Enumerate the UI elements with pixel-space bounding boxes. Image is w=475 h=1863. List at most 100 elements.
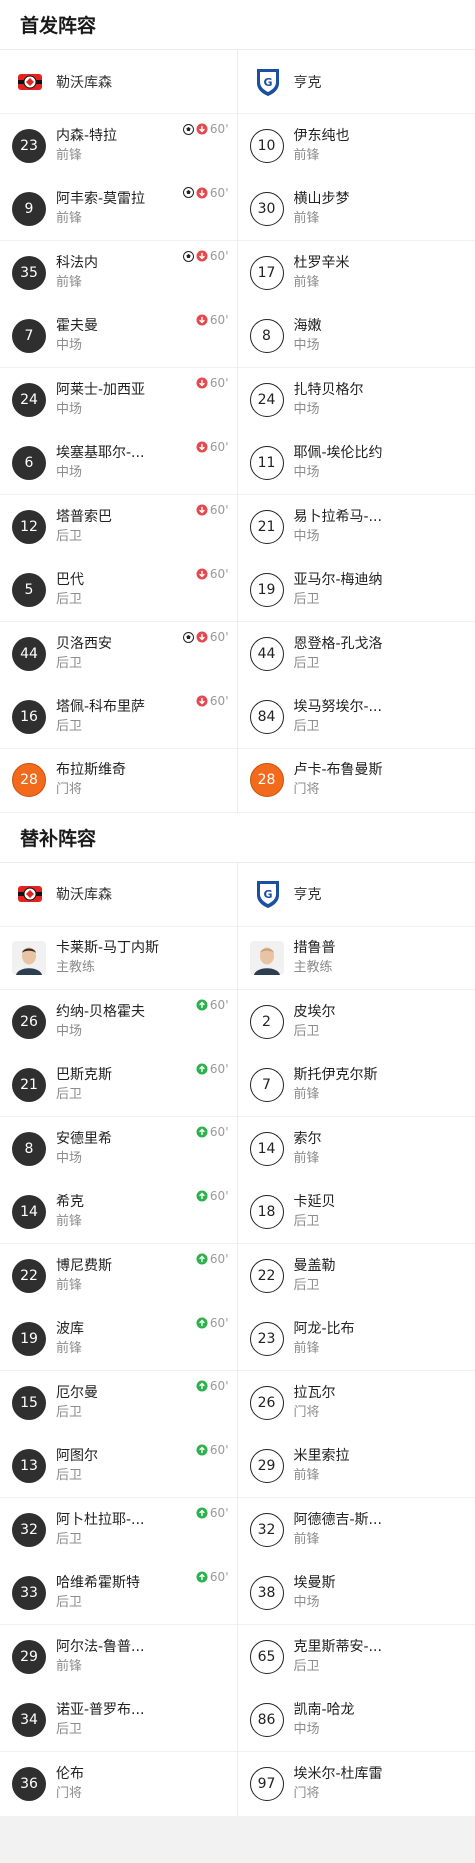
player-row[interactable]: 17 杜罗辛米 前锋 — [238, 241, 475, 305]
sub-minute: 60' — [209, 376, 229, 390]
player-row[interactable]: 32 阿卜杜拉耶-... 后卫 60' — [0, 1498, 237, 1562]
jersey-number: 32 — [12, 1512, 46, 1547]
player-position: 中场 — [293, 1594, 320, 1610]
player-row[interactable]: 97 埃米尔-杜库雷 门将 — [238, 1752, 475, 1816]
player-row[interactable]: 24 扎特贝格尔 中场 — [238, 368, 475, 432]
player-row[interactable]: 28 卢卡-布鲁曼斯 门将 — [237, 749, 475, 813]
player-row[interactable]: 21 巴斯克斯 后卫 60' — [0, 1054, 237, 1117]
jersey-number: 97 — [249, 1766, 284, 1801]
player-row[interactable]: 11 耶佩-埃伦比约 中场 — [237, 432, 475, 495]
player-position: 中场 — [56, 1023, 83, 1039]
player-row[interactable]: 7 斯托伊克尔斯 前锋 — [237, 1054, 475, 1117]
player-info: 安德里希 中场 — [56, 1129, 112, 1169]
player-position: 后卫 — [293, 591, 320, 607]
sub-minute: 60' — [209, 503, 229, 517]
player-info: 希克 前锋 — [56, 1192, 84, 1232]
player-name: 亚马尔-梅迪纳 — [293, 571, 383, 588]
away-team-header[interactable]: G 亨克 — [237, 863, 475, 927]
player-name: 约纳-贝格霍夫 — [56, 1003, 146, 1020]
player-row[interactable]: 19 波库 前锋 60' — [0, 1308, 237, 1371]
genk-crest-icon: G — [252, 66, 284, 98]
away-team-header[interactable]: G 亨克 — [237, 50, 475, 114]
home-team-header[interactable]: 勒沃库森 — [0, 863, 237, 927]
player-name: 索尔 — [293, 1130, 322, 1147]
player-info: 杜罗辛米 前锋 — [294, 253, 350, 293]
player-row[interactable]: 30 横山步梦 前锋 — [237, 178, 475, 241]
player-row[interactable]: 35 科法内 前锋 60' — [0, 241, 237, 305]
player-row[interactable]: 29 米里索拉 前锋 — [237, 1435, 475, 1498]
player-name: 塔普索巴 — [56, 508, 112, 525]
player-name: 埃米尔-杜库雷 — [293, 1765, 383, 1782]
player-name: 横山步梦 — [293, 190, 350, 207]
player-position: 前锋 — [293, 1467, 320, 1483]
player-row[interactable]: 34 诺亚-普罗布... 后卫 — [0, 1689, 237, 1752]
player-position: 中场 — [293, 464, 320, 480]
player-info: 贝洛西安 后卫 — [56, 634, 112, 674]
player-name: 埃曼斯 — [293, 1574, 336, 1591]
jersey-number: 36 — [12, 1766, 46, 1801]
player-position: 后卫 — [56, 591, 83, 607]
player-row[interactable]: 26 约纳-贝格霍夫 中场 60' — [0, 990, 237, 1054]
player-row[interactable]: 44 贝洛西安 后卫 60' — [0, 622, 237, 686]
player-row[interactable]: 10 伊东纯也 前锋 — [238, 114, 475, 178]
player-row[interactable]: 8 安德里希 中场 60' — [0, 1117, 237, 1181]
coach-row[interactable]: 卡莱斯-马丁内斯 主教练 — [0, 927, 237, 990]
player-row[interactable]: 32 阿德德吉-斯... 前锋 — [238, 1498, 475, 1562]
player-row[interactable]: 14 索尔 前锋 — [238, 1117, 475, 1181]
player-row[interactable]: 23 内森-特拉 前锋 60' — [0, 114, 237, 178]
player-row[interactable]: 6 埃塞基耶尔-... 中场 60' — [0, 432, 237, 495]
player-info: 易卜拉希马-... 中场 — [294, 507, 382, 547]
player-events: 60' — [182, 186, 229, 200]
player-row[interactable]: 5 巴代 后卫 60' — [0, 559, 237, 622]
player-row[interactable]: 44 恩登格-孔戈洛 后卫 — [238, 622, 475, 686]
coach-name: 卡莱斯-马丁内斯 — [56, 939, 160, 956]
player-position: 后卫 — [56, 655, 83, 671]
sub-out-icon — [196, 695, 208, 707]
sub-in-icon — [196, 1444, 208, 1456]
player-row[interactable]: 84 埃马努埃尔-... 后卫 — [237, 686, 475, 749]
player-row[interactable]: 8 海嫩 中场 — [237, 305, 475, 368]
player-row[interactable]: 18 卡延贝 后卫 — [237, 1181, 475, 1244]
player-row[interactable]: 15 厄尔曼 后卫 60' — [0, 1371, 237, 1435]
coach-info: 措鲁普 主教练 — [294, 938, 336, 978]
player-info: 恩登格-孔戈洛 后卫 — [294, 634, 383, 674]
player-row[interactable]: 29 阿尔法-鲁普... 前锋 — [0, 1625, 237, 1689]
player-row[interactable]: 21 易卜拉希马-... 中场 — [238, 495, 475, 559]
player-row[interactable]: 22 曼盖勒 后卫 — [238, 1244, 475, 1308]
player-row[interactable]: 33 哈维希霍斯特 后卫 60' — [0, 1562, 237, 1625]
player-row[interactable]: 24 阿莱士-加西亚 中场 60' — [0, 368, 237, 432]
player-info: 拉瓦尔 门将 — [294, 1383, 336, 1423]
player-row[interactable]: 2 皮埃尔 后卫 — [238, 990, 475, 1054]
player-row[interactable]: 65 克里斯蒂安-... 后卫 — [238, 1625, 475, 1689]
jersey-number: 86 — [249, 1702, 284, 1737]
player-row[interactable]: 14 希克 前锋 60' — [0, 1181, 237, 1244]
player-row[interactable]: 16 塔佩-科布里萨 后卫 60' — [0, 686, 237, 749]
sub-out-icon — [196, 568, 208, 580]
player-row[interactable]: 12 塔普索巴 后卫 60' — [0, 495, 237, 559]
player-row[interactable]: 9 阿丰索-莫雷拉 前锋 60' — [0, 178, 237, 241]
player-row[interactable]: 28 布拉斯维奇 门将 — [0, 749, 237, 813]
player-row[interactable]: 22 博尼费斯 前锋 60' — [0, 1244, 237, 1308]
player-row[interactable]: 23 阿龙-比布 前锋 — [237, 1308, 475, 1371]
player-row[interactable]: 38 埃曼斯 中场 — [237, 1562, 475, 1625]
player-position: 中场 — [56, 337, 83, 353]
player-row[interactable]: 26 拉瓦尔 门将 — [238, 1371, 475, 1435]
coach-row[interactable]: 措鲁普 主教练 — [237, 927, 475, 990]
sub-in-icon — [196, 1507, 208, 1519]
player-row[interactable]: 7 霍夫曼 中场 60' — [0, 305, 237, 368]
jersey-number: 35 — [12, 255, 46, 290]
player-row[interactable]: 86 凯南-哈龙 中场 — [237, 1689, 475, 1752]
player-row[interactable]: 36 伦布 门将 — [0, 1752, 237, 1816]
player-info: 伦布 门将 — [56, 1764, 84, 1804]
player-position: 前锋 — [293, 1340, 320, 1356]
jersey-number: 19 — [12, 1321, 46, 1356]
player-row[interactable]: 13 阿图尔 后卫 60' — [0, 1435, 237, 1498]
jersey-number: 10 — [249, 128, 284, 163]
jersey-number: 22 — [12, 1258, 46, 1293]
player-row[interactable]: 19 亚马尔-梅迪纳 后卫 — [237, 559, 475, 622]
home-team-header[interactable]: 勒沃库森 — [0, 50, 237, 114]
coach-avatar — [249, 940, 284, 975]
svg-text:G: G — [263, 888, 272, 901]
player-position: 后卫 — [56, 1404, 83, 1420]
sub-minute: 60' — [209, 566, 229, 581]
